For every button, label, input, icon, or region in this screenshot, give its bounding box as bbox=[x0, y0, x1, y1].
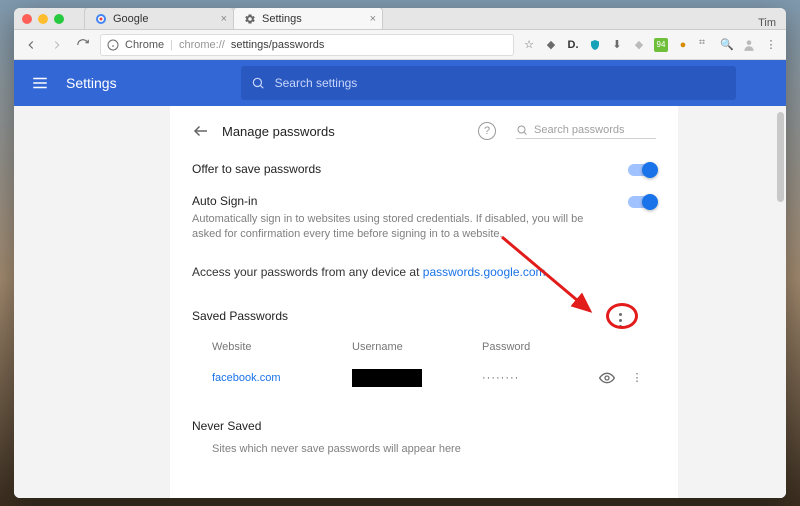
passwords-search-input[interactable] bbox=[534, 124, 656, 136]
forward-button[interactable] bbox=[48, 36, 66, 54]
reveal-password-icon[interactable] bbox=[592, 370, 622, 386]
url-scheme-label: Chrome bbox=[125, 39, 164, 51]
scrollbar-thumb[interactable] bbox=[777, 112, 784, 202]
ext-badge-icon[interactable]: 94 bbox=[654, 38, 668, 52]
profile-user-label[interactable]: Tim bbox=[758, 17, 776, 29]
saved-passwords-title: Saved Passwords bbox=[192, 309, 288, 323]
annotation-arrow-icon bbox=[494, 231, 604, 321]
site-link[interactable]: facebook.com bbox=[212, 372, 352, 384]
ext-d-icon[interactable]: D. bbox=[566, 38, 580, 52]
browser-window: Google × Settings × Tim bbox=[14, 8, 786, 498]
gear-favicon-icon bbox=[244, 13, 256, 25]
back-button[interactable] bbox=[22, 36, 40, 54]
download-icon[interactable]: ⬇ bbox=[610, 38, 624, 52]
never-saved-title: Never Saved bbox=[192, 419, 656, 433]
close-icon[interactable]: × bbox=[221, 13, 227, 25]
tab-google[interactable]: Google × bbox=[84, 8, 234, 29]
settings-search[interactable] bbox=[241, 66, 736, 100]
extension-icons: ☆ ◆ D. ⬇ ◆ 94 ● 🔍 ⋮ bbox=[522, 38, 778, 52]
ext-drop-icon[interactable]: ● bbox=[676, 38, 690, 52]
col-password: Password bbox=[482, 341, 592, 353]
tab-label: Google bbox=[113, 13, 223, 25]
search-icon bbox=[516, 124, 528, 136]
col-website: Website bbox=[212, 341, 352, 353]
tab-strip: Google × Settings × Tim bbox=[14, 8, 786, 30]
auto-signin-label: Auto Sign-in bbox=[192, 194, 592, 208]
page-title: Manage passwords bbox=[222, 124, 466, 139]
address-bar: Chrome | chrome://settings/passwords ☆ ◆… bbox=[14, 30, 786, 60]
username-redacted bbox=[352, 369, 422, 387]
google-favicon-icon bbox=[95, 13, 107, 25]
profile-avatar-icon[interactable] bbox=[742, 38, 756, 52]
table-header: Website Username Password bbox=[192, 333, 656, 361]
chrome-menu-icon[interactable]: ⋮ bbox=[764, 38, 778, 52]
search-ext-icon[interactable]: 🔍 bbox=[720, 38, 734, 52]
table-row: facebook.com ········ ⋮ bbox=[192, 361, 656, 395]
settings-title: Settings bbox=[66, 75, 117, 91]
settings-search-input[interactable] bbox=[275, 76, 726, 90]
passwords-card: Manage passwords ? Offer to save passwor… bbox=[170, 106, 678, 498]
col-username: Username bbox=[352, 341, 482, 353]
hamburger-menu-icon[interactable] bbox=[28, 74, 52, 92]
passwords-search[interactable] bbox=[516, 124, 656, 139]
window-zoom-button[interactable] bbox=[54, 14, 64, 24]
ext-icon-2[interactable]: ◆ bbox=[632, 38, 646, 52]
password-masked: ········ bbox=[482, 372, 592, 384]
access-passwords-text: Access your passwords from any device at bbox=[192, 265, 423, 279]
row-menu-icon[interactable]: ⋮ bbox=[622, 371, 652, 384]
window-close-button[interactable] bbox=[22, 14, 32, 24]
offer-save-toggle[interactable] bbox=[628, 164, 656, 176]
window-minimize-button[interactable] bbox=[38, 14, 48, 24]
ext-icon[interactable]: ◆ bbox=[544, 38, 558, 52]
tab-settings[interactable]: Settings × bbox=[233, 8, 383, 29]
help-icon[interactable]: ? bbox=[478, 122, 496, 140]
offer-save-label: Offer to save passwords bbox=[192, 162, 321, 176]
site-info-icon[interactable] bbox=[107, 39, 119, 51]
scrollbar-track[interactable] bbox=[774, 106, 786, 498]
never-saved-desc: Sites which never save passwords will ap… bbox=[192, 433, 656, 455]
auto-signin-toggle[interactable] bbox=[628, 196, 656, 208]
annotation-circle bbox=[606, 303, 638, 329]
reload-button[interactable] bbox=[74, 36, 92, 54]
url-field[interactable]: Chrome | chrome://settings/passwords bbox=[100, 34, 514, 56]
tab-label: Settings bbox=[262, 13, 372, 25]
search-icon bbox=[251, 76, 265, 90]
bookmark-icon[interactable]: ☆ bbox=[522, 38, 536, 52]
dropbox-icon[interactable] bbox=[698, 38, 712, 52]
ext-shield-icon[interactable] bbox=[588, 38, 602, 52]
close-icon[interactable]: × bbox=[370, 13, 376, 25]
settings-header: Settings bbox=[14, 60, 786, 106]
url-path: settings/passwords bbox=[231, 39, 325, 51]
url-path-dim: chrome:// bbox=[179, 39, 225, 51]
back-arrow-icon[interactable] bbox=[192, 122, 210, 140]
